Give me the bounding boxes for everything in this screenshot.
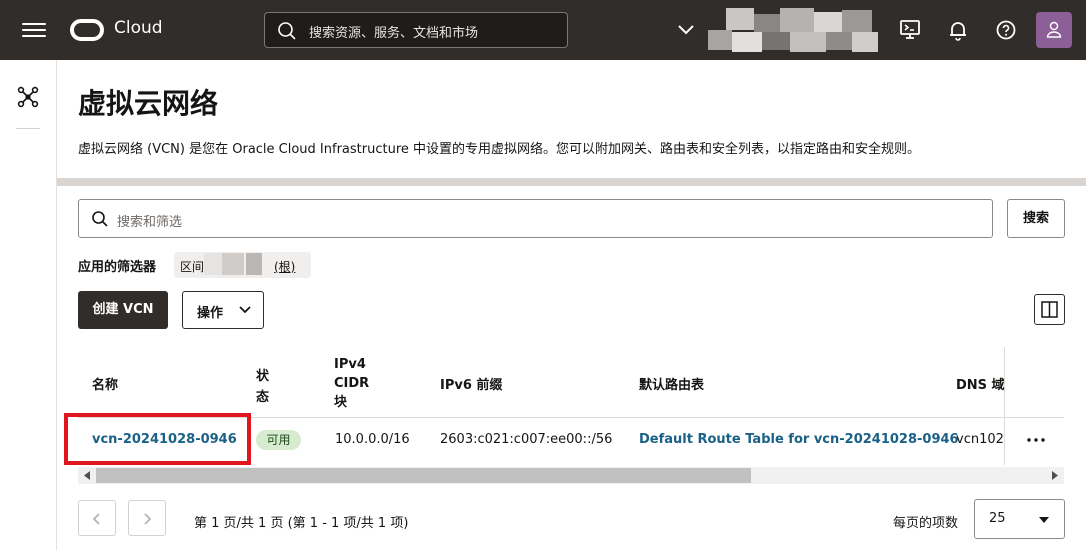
chevron-right-icon [144, 513, 152, 525]
section-divider [57, 178, 1086, 186]
ipv6-prefix-cell: 2603:c021:c007:ee00::/56 [440, 432, 613, 447]
actions-menu-button[interactable]: 操作 [182, 291, 264, 329]
help-icon[interactable] [994, 18, 1018, 42]
column-header-route-table[interactable]: 默认路由表 [639, 374, 704, 393]
pagination-info: 第 1 页/共 1 页 (第 1 - 1 项/共 1 项) [194, 516, 409, 531]
column-header-state[interactable]: 状 态 [256, 365, 269, 405]
global-search-input[interactable]: 搜索资源、服务、文档和市场 [264, 12, 568, 48]
chevron-left-icon [92, 513, 100, 525]
oracle-logo-icon[interactable] [70, 19, 104, 41]
create-vcn-button[interactable]: 创建 VCN [78, 291, 168, 329]
caret-down-icon [1039, 517, 1049, 523]
search-filter-placeholder: 搜索和筛选 [117, 215, 183, 230]
route-table-link[interactable]: Default Route Table for vcn-20241028-094… [639, 432, 959, 447]
search-filter-input[interactable]: 搜索和筛选 [78, 199, 993, 238]
scroll-right-icon[interactable] [1051, 471, 1059, 480]
ipv4-cidr-cell: 10.0.0.0/16 [335, 432, 410, 447]
compartment-filter-chip[interactable]: 区间 (根) [174, 252, 311, 278]
search-button[interactable]: 搜索 [1007, 199, 1065, 238]
search-icon [92, 211, 108, 227]
hamburger-menu-icon[interactable] [22, 20, 46, 40]
compartment-chip-prefix: 区间 [180, 260, 205, 274]
column-header-ipv6[interactable]: IPv6 前缀 [440, 374, 502, 393]
cloud-shell-icon[interactable] [898, 18, 922, 42]
redacted-region-mosaic [708, 6, 888, 54]
page-description: 虚拟云网络 (VCN) 是您在 Oracle Cloud Infrastruct… [78, 142, 921, 157]
per-page-select[interactable]: 25 [974, 499, 1065, 539]
columns-icon [1041, 301, 1058, 318]
column-header-ipv4[interactable]: IPv4 CIDR 块 [334, 355, 369, 412]
dns-cell-clip: vcn1028 [956, 428, 1004, 452]
bell-icon[interactable] [946, 18, 970, 42]
user-avatar[interactable] [1036, 12, 1072, 48]
column-header-state-line: 态 [256, 390, 270, 405]
scrollbar-thumb[interactable] [96, 468, 751, 483]
previous-page-button[interactable] [78, 500, 116, 536]
actions-label: 操作 [197, 306, 224, 321]
next-page-button[interactable] [128, 500, 166, 536]
horizontal-scrollbar[interactable] [78, 467, 1064, 484]
redacted-compartment-block [246, 253, 262, 275]
page-title: 虚拟云网络 [78, 87, 219, 120]
sticky-column-divider [1004, 347, 1005, 465]
column-header-ipv4-line: IPv4 [334, 357, 366, 372]
rail-divider [16, 128, 40, 129]
column-header-dns[interactable]: DNS 域名 [956, 374, 1004, 393]
column-header-ipv4-line: CIDR [334, 376, 370, 391]
scroll-left-icon[interactable] [83, 471, 91, 480]
redacted-compartment-block [222, 253, 244, 275]
highlight-box [64, 413, 251, 465]
column-settings-button[interactable] [1034, 294, 1065, 325]
global-search-placeholder: 搜索资源、服务、文档和市场 [309, 26, 479, 41]
per-page-value: 25 [989, 511, 1006, 526]
column-header-ipv4-line: 块 [334, 395, 348, 410]
dns-cell: vcn1028 [956, 432, 1004, 447]
region-chevron-down-icon[interactable] [676, 20, 696, 40]
networking-icon[interactable] [16, 85, 40, 109]
more-actions-icon[interactable] [1024, 428, 1048, 452]
left-rail [0, 60, 57, 550]
applied-filters-label: 应用的筛选器 [78, 260, 157, 275]
redacted-compartment-block [204, 253, 222, 275]
column-header-state-line: 状 [256, 369, 270, 384]
column-header-name[interactable]: 名称 [92, 374, 118, 393]
per-page-label: 每页的项数 [893, 516, 959, 531]
user-icon [1046, 21, 1062, 38]
column-header-dns-clip: DNS 域名 [956, 368, 1004, 398]
chevron-down-icon [239, 306, 251, 314]
brand-label[interactable]: Cloud [114, 18, 163, 38]
compartment-chip-root: (根) [274, 260, 296, 274]
search-icon [278, 22, 296, 40]
status-badge: 可用 [256, 430, 301, 450]
top-bar: Cloud 搜索资源、服务、文档和市场 [0, 0, 1086, 60]
